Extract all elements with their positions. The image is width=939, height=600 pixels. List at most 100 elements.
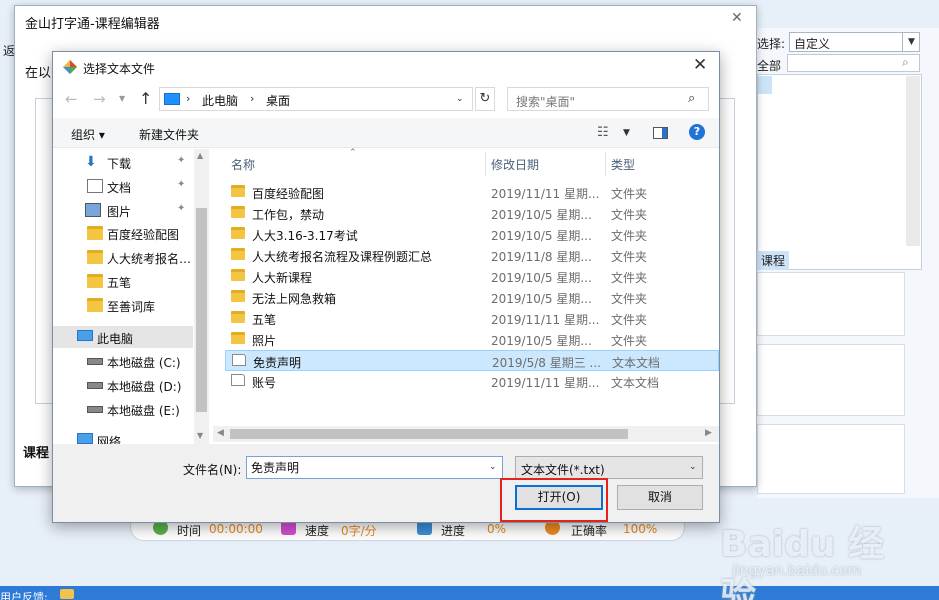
cancel-button[interactable]: 取消 bbox=[617, 485, 703, 510]
feedback-label[interactable]: 用户反馈: bbox=[0, 589, 48, 600]
scroll-down-icon[interactable]: ▼ bbox=[197, 431, 203, 440]
category-select[interactable]: 自定义 bbox=[789, 32, 920, 52]
help-icon[interactable]: ? bbox=[689, 124, 705, 140]
folder-icon bbox=[87, 226, 103, 240]
pin-icon[interactable]: ✦ bbox=[177, 203, 185, 214]
chevron-right-icon[interactable]: › bbox=[250, 92, 254, 105]
preview-pane-icon[interactable] bbox=[653, 127, 668, 139]
file-date: 2019/11/11 星期... bbox=[491, 187, 600, 201]
file-row[interactable]: 人大新课程 2019/10/5 星期... 文件夹 bbox=[225, 266, 719, 287]
chevron-down-icon[interactable]: ⌄ bbox=[456, 94, 464, 104]
view-options-icon[interactable]: ☷ bbox=[597, 125, 609, 140]
dialog-title: 选择文本文件 bbox=[83, 62, 156, 76]
nav-item-documents[interactable]: 文档 ✦ bbox=[53, 175, 193, 197]
breadcrumb-item[interactable]: 此电脑 bbox=[202, 92, 238, 109]
scroll-up-icon[interactable]: ▲ bbox=[197, 151, 203, 160]
file-date: 2019/11/11 星期... bbox=[491, 313, 600, 327]
file-row-selected[interactable]: 免责声明 2019/5/8 星期三 ... 文本文档 bbox=[225, 350, 719, 371]
nav-item-drive-d[interactable]: 本地磁盘 (D:) bbox=[53, 374, 193, 396]
drive-icon bbox=[87, 358, 103, 365]
nav-item-label: 本地磁盘 (C:) bbox=[107, 356, 181, 370]
scroll-left-icon[interactable]: ◀ bbox=[217, 428, 224, 438]
column-header-date[interactable]: 修改日期 bbox=[491, 156, 539, 173]
nav-item-downloads[interactable]: ⬇ 下载 ✦ bbox=[53, 151, 193, 173]
recent-dropdown-icon[interactable]: ▼ bbox=[119, 94, 125, 103]
folder-icon bbox=[231, 311, 245, 323]
close-icon[interactable]: ✕ bbox=[731, 10, 743, 26]
nav-item-drive-e[interactable]: 本地磁盘 (E:) bbox=[53, 398, 193, 420]
file-date: 2019/10/5 星期... bbox=[491, 292, 592, 306]
pin-icon[interactable]: ✦ bbox=[177, 179, 185, 190]
feedback-icon[interactable] bbox=[60, 589, 74, 599]
nav-item-label: 至善词库 bbox=[107, 300, 156, 314]
scroll-right-icon[interactable]: ▶ bbox=[705, 428, 712, 438]
file-list-header: 名称 修改日期 类型 bbox=[213, 152, 719, 176]
up-arrow-icon[interactable]: ↑ bbox=[139, 89, 152, 108]
chevron-down-icon[interactable]: ▼ bbox=[623, 128, 630, 138]
nav-item-folder[interactable]: 百度经验配图 bbox=[53, 222, 193, 244]
nav-item-label: 人大统考报名流程 bbox=[107, 252, 193, 266]
pin-icon[interactable]: ✦ bbox=[177, 155, 185, 166]
search-input[interactable]: 搜索"桌面" ⌕ bbox=[507, 87, 709, 111]
breadcrumb-item[interactable]: 桌面 bbox=[266, 92, 290, 109]
folder-icon bbox=[231, 185, 245, 197]
nav-item-drive-c[interactable]: 本地磁盘 (C:) bbox=[53, 350, 193, 372]
drive-icon bbox=[87, 382, 103, 389]
file-name: 人大新课程 bbox=[252, 271, 313, 285]
refresh-icon[interactable]: ↻ bbox=[475, 87, 495, 111]
sort-arrow-icon: ⌃ bbox=[349, 148, 357, 158]
network-icon bbox=[77, 433, 93, 444]
watermark: Baidu 经验 jingyan.baidu.com bbox=[720, 515, 910, 600]
chevron-down-icon[interactable]: ▼ bbox=[902, 32, 920, 52]
column-header-name[interactable]: 名称 bbox=[231, 156, 255, 173]
app-icon bbox=[63, 60, 77, 74]
scroll-thumb[interactable] bbox=[230, 429, 628, 439]
nav-item-folder[interactable]: 至善词库 bbox=[53, 294, 193, 316]
file-row[interactable]: 工作包，禁动 2019/10/5 星期... 文件夹 bbox=[225, 203, 719, 224]
nav-item-folder[interactable]: 五笔 bbox=[53, 270, 193, 292]
nav-item-label: 图片 bbox=[107, 205, 132, 219]
search-icon[interactable]: ⌕ bbox=[688, 91, 695, 106]
file-date: 2019/10/5 星期... bbox=[491, 271, 592, 285]
nav-item-network[interactable]: 网络 bbox=[53, 429, 193, 444]
filetype-select[interactable]: 文本文件(*.txt) bbox=[515, 456, 703, 479]
chevron-down-icon[interactable]: ⌄ bbox=[689, 462, 697, 472]
nav-item-folder[interactable]: 人大统考报名流程 bbox=[53, 246, 193, 268]
course-search-input[interactable] bbox=[787, 54, 920, 72]
new-folder-button[interactable]: 新建文件夹 bbox=[139, 126, 199, 143]
nav-item-label: 文档 bbox=[107, 181, 132, 195]
chevron-right-icon[interactable]: › bbox=[186, 92, 190, 105]
computer-icon bbox=[77, 330, 93, 341]
scroll-thumb[interactable] bbox=[196, 208, 207, 412]
nav-item-pictures[interactable]: 图片 ✦ bbox=[53, 199, 193, 221]
file-row[interactable]: 照片 2019/10/5 星期... 文件夹 bbox=[225, 329, 719, 350]
column-divider[interactable] bbox=[605, 152, 606, 176]
file-type: 文件夹 bbox=[611, 250, 648, 264]
file-row[interactable]: 百度经验配图 2019/11/11 星期... 文件夹 bbox=[225, 182, 719, 203]
select-label: 选择: bbox=[757, 37, 786, 51]
forward-arrow-icon[interactable]: → bbox=[93, 90, 106, 108]
back-arrow-icon[interactable]: ← bbox=[65, 90, 78, 108]
list-scrollbar[interactable] bbox=[906, 76, 920, 246]
chevron-down-icon[interactable]: ⌄ bbox=[489, 462, 497, 472]
close-icon[interactable]: ✕ bbox=[693, 55, 707, 75]
nav-item-label: 五笔 bbox=[107, 276, 132, 290]
column-header-type[interactable]: 类型 bbox=[611, 156, 635, 173]
course-list[interactable] bbox=[757, 74, 922, 270]
folder-icon bbox=[231, 269, 245, 281]
file-row[interactable]: 无法上网急救箱 2019/10/5 星期... 文件夹 bbox=[225, 287, 719, 308]
search-icon[interactable]: ⌕ bbox=[902, 55, 909, 70]
column-divider[interactable] bbox=[485, 152, 486, 176]
file-row[interactable]: 人大统考报名流程及课程例题汇总 2019/11/8 星期... 文件夹 bbox=[225, 245, 719, 266]
nav-item-this-pc[interactable]: 此电脑 bbox=[53, 326, 193, 348]
filename-input[interactable] bbox=[246, 456, 503, 479]
organize-button[interactable]: 组织 ▾ bbox=[71, 126, 105, 143]
course-tag[interactable]: 课程 bbox=[757, 251, 790, 270]
file-row[interactable]: 五笔 2019/11/11 星期... 文件夹 bbox=[225, 308, 719, 329]
address-bar[interactable]: › 此电脑 › 桌面 ⌄ bbox=[159, 87, 473, 111]
file-row[interactable]: 人大3.16-3.17考试 2019/10/5 星期... 文件夹 bbox=[225, 224, 719, 245]
folder-icon bbox=[231, 248, 245, 260]
file-row[interactable]: 账号 2019/11/11 星期... 文本文档 bbox=[225, 371, 719, 392]
speed-label: 速度 bbox=[305, 524, 330, 538]
watermark-url: jingyan.baidu.com bbox=[732, 563, 862, 579]
